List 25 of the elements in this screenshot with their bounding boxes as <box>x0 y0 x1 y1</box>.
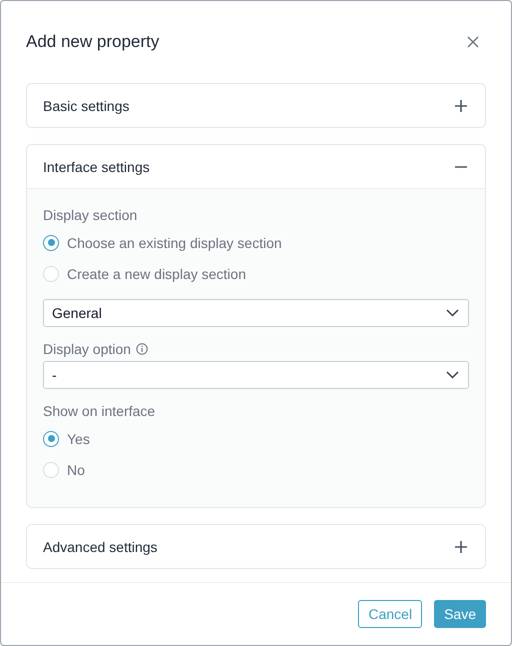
chevron-down-icon <box>446 309 459 317</box>
field-label: Display option <box>43 341 131 357</box>
select-field[interactable]: General <box>43 299 469 327</box>
accordion-header[interactable]: Basic settings <box>27 84 485 127</box>
section-title: Advanced settings <box>43 538 158 554</box>
field-label: Display section <box>43 207 138 223</box>
radio-button[interactable] <box>43 234 59 250</box>
radio-button[interactable] <box>43 430 59 446</box>
plus-icon[interactable] <box>454 540 468 554</box>
select-field[interactable]: - <box>43 361 469 389</box>
close-icon[interactable] <box>467 36 479 48</box>
section-title: Interface settings <box>43 158 150 174</box>
field-label: Show on interface <box>43 403 156 419</box>
save-button[interactable]: Save <box>434 600 486 628</box>
radio-label[interactable]: Create a new display section <box>67 266 246 282</box>
dialog-title: Add new property <box>26 32 160 52</box>
accordion-header[interactable]: Advanced settings <box>27 525 485 568</box>
radio-label[interactable]: No <box>67 462 85 478</box>
chevron-down-icon <box>446 371 459 379</box>
radio-label[interactable]: Yes <box>67 430 90 446</box>
section-title: Basic settings <box>43 98 130 114</box>
info-icon[interactable] <box>136 343 148 355</box>
radio-label[interactable]: Choose an existing display section <box>67 234 282 250</box>
plus-icon[interactable] <box>454 98 468 112</box>
cancel-button[interactable]: Cancel <box>358 600 422 628</box>
